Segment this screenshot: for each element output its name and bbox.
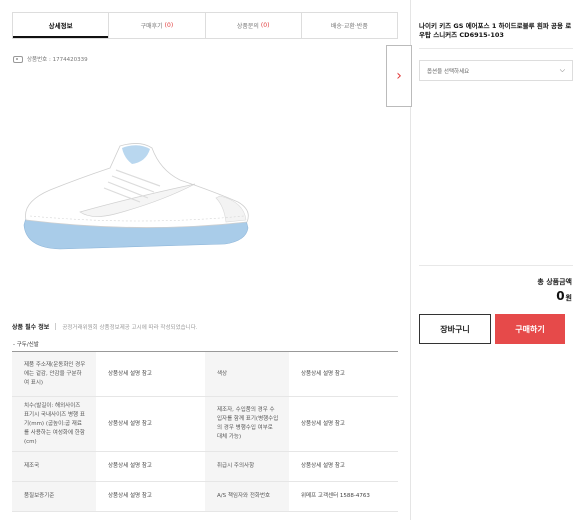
cart-label: 장바구니 (440, 324, 470, 334)
tab-count: (0) (260, 22, 270, 29)
spec-label: A/S 책임자와 전화번호 (205, 481, 289, 512)
table-row: 제조국 상품상세 설명 참고 취급시 주의사항 상품상세 설명 참고 (12, 451, 398, 482)
spec-title: 상품 필수 정보 (12, 324, 50, 331)
currency-label: 원 (565, 294, 572, 302)
option-placeholder: 옵션을 선택하세요 (427, 68, 470, 75)
product-number: 상품번호 : 1774420339 (13, 55, 88, 63)
spec-label: 제조국 (12, 451, 96, 482)
tab-label: 상세정보 (48, 21, 73, 30)
table-row: 치수(발길이: 해외사이즈 표기시 국내사이즈 병행 표기(mm) (굽높이:굽… (12, 396, 398, 452)
chevron-right-icon: › (396, 68, 402, 84)
purchase-sidebar: 나이키 키즈 GS 에어포스 1 하이드로블루 흰파 공용 로우탑 스니커즈 C… (410, 0, 580, 520)
product-image (23, 143, 249, 250)
spec-label: 색상 (205, 351, 289, 397)
tab-label: 상품문의 (236, 23, 259, 30)
product-number-text: 상품번호 : 1774420339 (27, 57, 88, 63)
spec-label: 품질보증기준 (12, 481, 96, 512)
tab-reviews[interactable]: 구매후기 (0) (108, 13, 205, 38)
tab-label: 배송·교환·반품 (330, 23, 368, 30)
spec-category: - 구두/신발 (13, 342, 39, 348)
add-to-cart-button[interactable]: 장바구니 (419, 314, 491, 344)
tab-label: 구매후기 (140, 23, 163, 30)
tag-icon (13, 55, 23, 63)
spec-value: 상품상세 설명 참고 (96, 451, 205, 482)
total-label: 총 상품금액 (537, 278, 572, 286)
tab-details[interactable]: 상세정보 (13, 13, 109, 38)
tab-questions[interactable]: 상품문의 (0) (204, 13, 301, 38)
panel-toggle-button[interactable]: › (386, 45, 412, 107)
total-price: 0원 (556, 289, 572, 303)
spec-value: 상품상세 설명 참고 (289, 351, 398, 397)
spec-value: 상품상세 설명 참고 (289, 396, 398, 452)
spec-header: 상품 필수 정보 공정거래위원회 상품정보제공 고시에 따라 작성되었습니다. (12, 322, 198, 331)
divider (419, 48, 573, 49)
total-value: 0 (556, 289, 565, 303)
chevron-down-icon: ⌵ (559, 66, 565, 74)
tab-shipping-returns[interactable]: 배송·교환·반품 (300, 13, 397, 38)
spec-note: 공정거래위원회 상품정보제공 고시에 따라 작성되었습니다. (62, 324, 198, 331)
tab-count: (0) (164, 22, 174, 29)
buy-label: 구매하기 (515, 324, 545, 334)
option-select[interactable]: 옵션을 선택하세요 ⌵ (419, 60, 573, 81)
divider (419, 265, 573, 266)
divider (55, 323, 57, 330)
detail-column: 상세정보 구매후기 (0) 상품문의 (0) 배송·교환·반품 상품번호 : 177… (0, 0, 398, 520)
detail-tabs: 상세정보 구매후기 (0) 상품문의 (0) 배송·교환·반품 (12, 12, 398, 39)
spec-label: 제품 주소재(운동화인 경우에는 겉감, 안감을 구분하여 표시) (12, 351, 96, 397)
spec-table: 제품 주소재(운동화인 경우에는 겉감, 안감을 구분하여 표시) 상품상세 설… (12, 351, 398, 512)
spec-value: 상품상세 설명 참고 (96, 351, 205, 397)
spec-value: 상품상세 설명 참고 (289, 451, 398, 482)
spec-label: 치수(발길이: 해외사이즈 표기시 국내사이즈 병행 표기(mm) (굽높이:굽… (12, 396, 96, 452)
spec-value: 위메프 고객센터 1588-4763 (289, 481, 398, 512)
spec-value: 상품상세 설명 참고 (96, 481, 205, 512)
spec-label: 취급시 주의사항 (205, 451, 289, 482)
spec-value: 상품상세 설명 참고 (96, 396, 205, 452)
spec-label: 제조자, 수입품의 경우 수입자를 함께 표기(병행수입의 경우 병행수입 여부… (205, 396, 289, 452)
product-title: 나이키 키즈 GS 에어포스 1 하이드로블루 흰파 공용 로우탑 스니커즈 C… (419, 22, 572, 39)
table-row: 품질보증기준 상품상세 설명 참고 A/S 책임자와 전화번호 위메프 고객센터… (12, 481, 398, 512)
table-row: 제품 주소재(운동화인 경우에는 겉감, 안감을 구분하여 표시) 상품상세 설… (12, 351, 398, 397)
buy-now-button[interactable]: 구매하기 (495, 314, 565, 344)
